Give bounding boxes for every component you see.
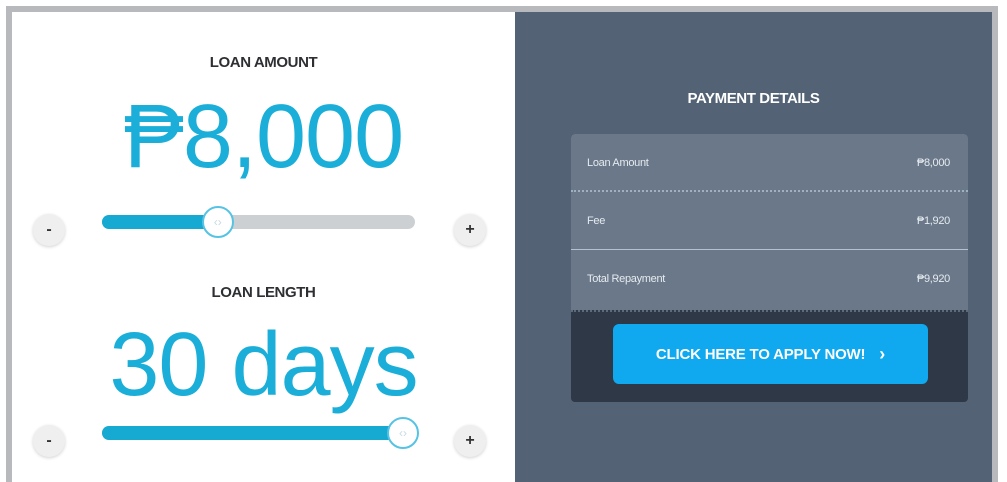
apply-now-button[interactable]: CLICK HERE TO APPLY NOW! › (613, 324, 928, 384)
loan-length-slider[interactable]: ‹› (102, 417, 419, 449)
loan-length-decrement-button[interactable]: - (33, 425, 65, 457)
detail-row-value: ₱9,920 (916, 272, 950, 285)
detail-row-label: Total Repayment (587, 272, 666, 285)
frame-border (992, 6, 998, 482)
loan-amount-slider[interactable]: ‹› (102, 206, 415, 238)
detail-row-value: ₱1,920 (916, 214, 950, 227)
loan-length-label: LOAN LENGTH (211, 284, 316, 301)
double-chevron-icon: ‹› (399, 426, 407, 440)
detail-row-fee: Fee ₱1,920 (571, 192, 968, 249)
loan-amount-decrement-button[interactable]: - (33, 214, 65, 246)
apply-zone-divider (571, 310, 968, 312)
detail-row-total-repayment: Total Repayment ₱9,920 (571, 250, 968, 307)
detail-row-label: Fee (587, 214, 606, 227)
loan-length-slider-fill (102, 426, 405, 440)
chevron-right-icon: › (879, 344, 886, 364)
loan-amount-slider-handle[interactable]: ‹› (201, 206, 234, 238)
loan-length-increment-button[interactable]: + (454, 425, 486, 457)
payment-details-card: Loan Amount ₱8,000 Fee ₱1,920 Total Repa… (571, 134, 968, 402)
loan-settings-panel: LOAN AMOUNT ₱8,000 - ‹› + LOAN LENGTH 30… (12, 12, 515, 482)
loan-length-value: 30 days (109, 315, 418, 415)
payment-details-panel: PAYMENT DETAILS Loan Amount ₱8,000 Fee ₱… (515, 12, 992, 482)
double-chevron-icon: ‹› (213, 215, 222, 229)
payment-details-title: PAYMENT DETAILS (687, 90, 820, 107)
detail-row-label: Loan Amount (587, 156, 649, 169)
loan-amount-increment-button[interactable]: + (454, 214, 486, 246)
payment-details-rows: Loan Amount ₱8,000 Fee ₱1,920 Total Repa… (571, 134, 968, 310)
loan-amount-value: ₱8,000 (123, 87, 404, 187)
apply-now-button-label: CLICK HERE TO APPLY NOW! (655, 345, 866, 363)
loan-amount-label: LOAN AMOUNT (209, 54, 318, 71)
detail-row-value: ₱8,000 (916, 156, 950, 169)
loan-calculator: LOAN AMOUNT ₱8,000 - ‹› + LOAN LENGTH 30… (0, 0, 1007, 482)
detail-row-loan-amount: Loan Amount ₱8,000 (571, 134, 968, 191)
loan-length-slider-handle[interactable]: ‹› (387, 417, 419, 449)
